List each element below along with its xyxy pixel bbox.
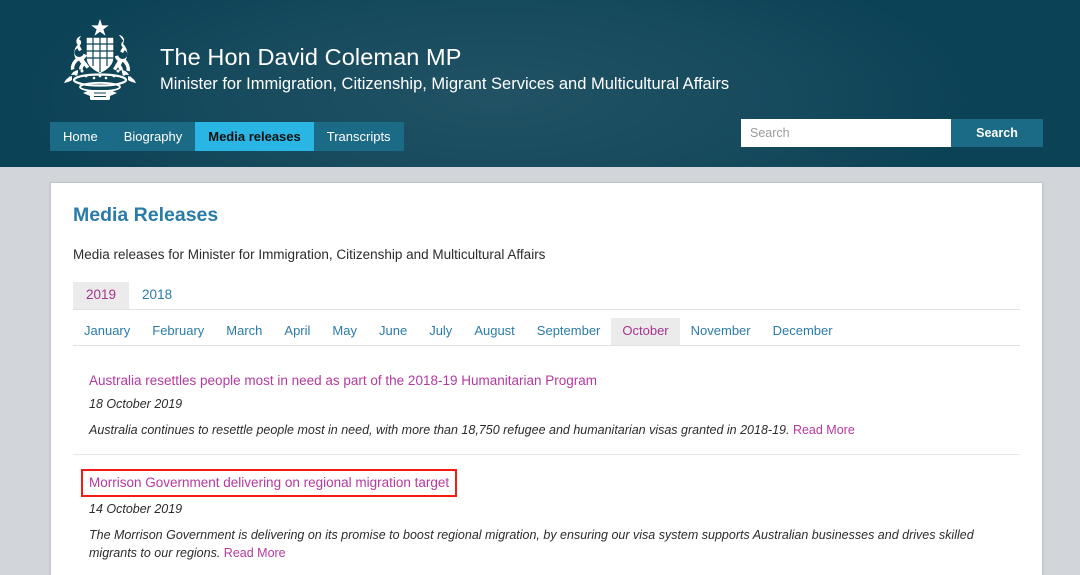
media-release-date: 18 October 2019 — [89, 396, 183, 411]
search-area: Search — [741, 119, 1043, 147]
month-tab-may[interactable]: May — [321, 318, 368, 345]
page-body: Media Releases Media releases for Minist… — [0, 167, 1080, 575]
media-release-title-link-highlighted[interactable]: Morrison Government delivering on region… — [80, 468, 458, 497]
month-tab-august[interactable]: August — [463, 318, 525, 345]
month-tab-january[interactable]: January — [73, 318, 141, 345]
australian-coat-of-arms-icon — [64, 19, 136, 100]
month-tab-june[interactable]: June — [368, 318, 418, 345]
media-release-description: The Morrison Government is delivering on… — [89, 526, 994, 564]
month-tab-december[interactable]: December — [762, 318, 844, 345]
year-tab-list: 2019 2018 — [73, 281, 1020, 311]
page-title-minister-name: The Hon David Coleman MP — [160, 44, 462, 70]
site-header: The Hon David Coleman MP Minister for Im… — [0, 0, 1080, 167]
month-tab-february[interactable]: February — [141, 318, 215, 345]
minister-portfolio-subtitle: Minister for Immigration, Citizenship, M… — [160, 75, 730, 94]
search-input[interactable] — [741, 119, 951, 147]
media-release-title-link[interactable]: Australia resettles people most in need … — [89, 373, 597, 389]
month-tab-april[interactable]: April — [273, 318, 321, 345]
month-tab-july[interactable]: July — [418, 318, 463, 345]
list-item: Morrison Government delivering on region… — [73, 468, 1020, 575]
brand-text: The Hon David Coleman MP Minister for Im… — [160, 14, 729, 96]
nav-item-biography[interactable]: Biography — [111, 122, 196, 151]
nav-item-home[interactable]: Home — [50, 122, 111, 151]
page-title: Media Releases — [73, 204, 219, 226]
nav-item-transcripts[interactable]: Transcripts — [314, 122, 404, 151]
media-release-description-text: Australia continues to resettle people m… — [89, 422, 790, 437]
content-card: Media Releases Media releases for Minist… — [50, 182, 1043, 575]
list-item: Australia resettles people most in need … — [73, 372, 1020, 455]
nav-item-media-releases[interactable]: Media releases — [195, 122, 314, 151]
media-release-list: Australia resettles people most in need … — [73, 372, 1020, 575]
brand: The Hon David Coleman MP Minister for Im… — [48, 14, 729, 110]
read-more-link[interactable]: Read More — [224, 546, 286, 560]
year-tab-2019[interactable]: 2019 — [73, 281, 130, 310]
media-release-description-text: The Morrison Government is delivering on… — [89, 527, 974, 561]
month-tab-march[interactable]: March — [215, 318, 273, 345]
month-tab-september[interactable]: September — [526, 318, 612, 345]
search-button[interactable]: Search — [951, 119, 1043, 147]
media-release-description: Australia continues to resettle people m… — [89, 421, 994, 440]
year-tab-2018[interactable]: 2018 — [129, 282, 185, 309]
main-navigation: Home Biography Media releases Transcript… — [50, 122, 404, 151]
month-tab-october[interactable]: October — [611, 318, 680, 345]
media-release-date: 14 October 2019 — [89, 501, 183, 516]
month-tab-list: January February March April May June Ju… — [73, 318, 1020, 346]
page-intro-text: Media releases for Minister for Immigrat… — [73, 247, 546, 263]
month-tab-november[interactable]: November — [680, 318, 762, 345]
read-more-link[interactable]: Read More — [793, 423, 855, 437]
